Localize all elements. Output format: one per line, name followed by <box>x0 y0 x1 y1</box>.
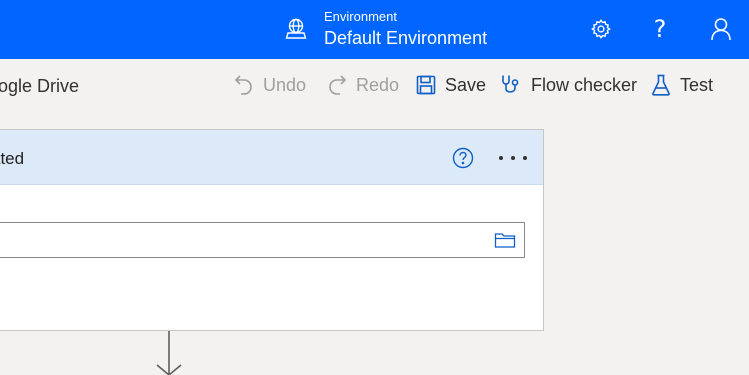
question-mark-glyph: ? <box>653 15 667 43</box>
help-circle-icon[interactable] <box>452 147 474 169</box>
undo-label: Undo <box>263 74 307 95</box>
action-card-header[interactable]: ated <box>0 130 543 185</box>
dot-icon <box>499 156 503 160</box>
down-arrow-icon <box>155 331 183 375</box>
action-card-title: ated <box>0 149 25 168</box>
folder-field[interactable] <box>0 222 525 258</box>
user-icon[interactable] <box>708 15 734 43</box>
environment-name[interactable]: Default Environment <box>324 28 487 49</box>
dot-icon <box>523 156 527 160</box>
flask-icon <box>652 74 670 96</box>
top-header-bar: Environment Default Environment ? <box>0 0 749 59</box>
undo-icon <box>234 75 252 95</box>
help-icon[interactable]: ? <box>647 15 673 43</box>
save-label: Save <box>445 74 487 95</box>
more-options-icon[interactable] <box>499 154 527 162</box>
undo-button[interactable]: Undo <box>234 71 306 99</box>
stethoscope-icon <box>502 75 519 93</box>
flow-checker-label: Flow checker <box>531 74 638 95</box>
save-button[interactable]: Save <box>416 71 486 99</box>
test-button[interactable]: Test <box>651 71 713 99</box>
environment-label: Environment <box>324 9 397 24</box>
action-card: ated <box>0 129 544 331</box>
test-label: Test <box>680 74 714 95</box>
redo-icon <box>329 75 347 95</box>
redo-button[interactable]: Redo <box>327 71 399 99</box>
folder-input[interactable] <box>0 223 472 257</box>
save-icon <box>416 75 436 95</box>
folder-picker-icon[interactable] <box>494 230 516 250</box>
dot-icon <box>511 156 515 160</box>
redo-label: Redo <box>356 74 400 95</box>
flow-checker-button[interactable]: Flow checker <box>500 71 637 99</box>
gear-icon[interactable] <box>588 15 614 43</box>
globe-environment-icon[interactable] <box>284 17 308 41</box>
flow-name[interactable]: ogle Drive <box>0 76 79 97</box>
